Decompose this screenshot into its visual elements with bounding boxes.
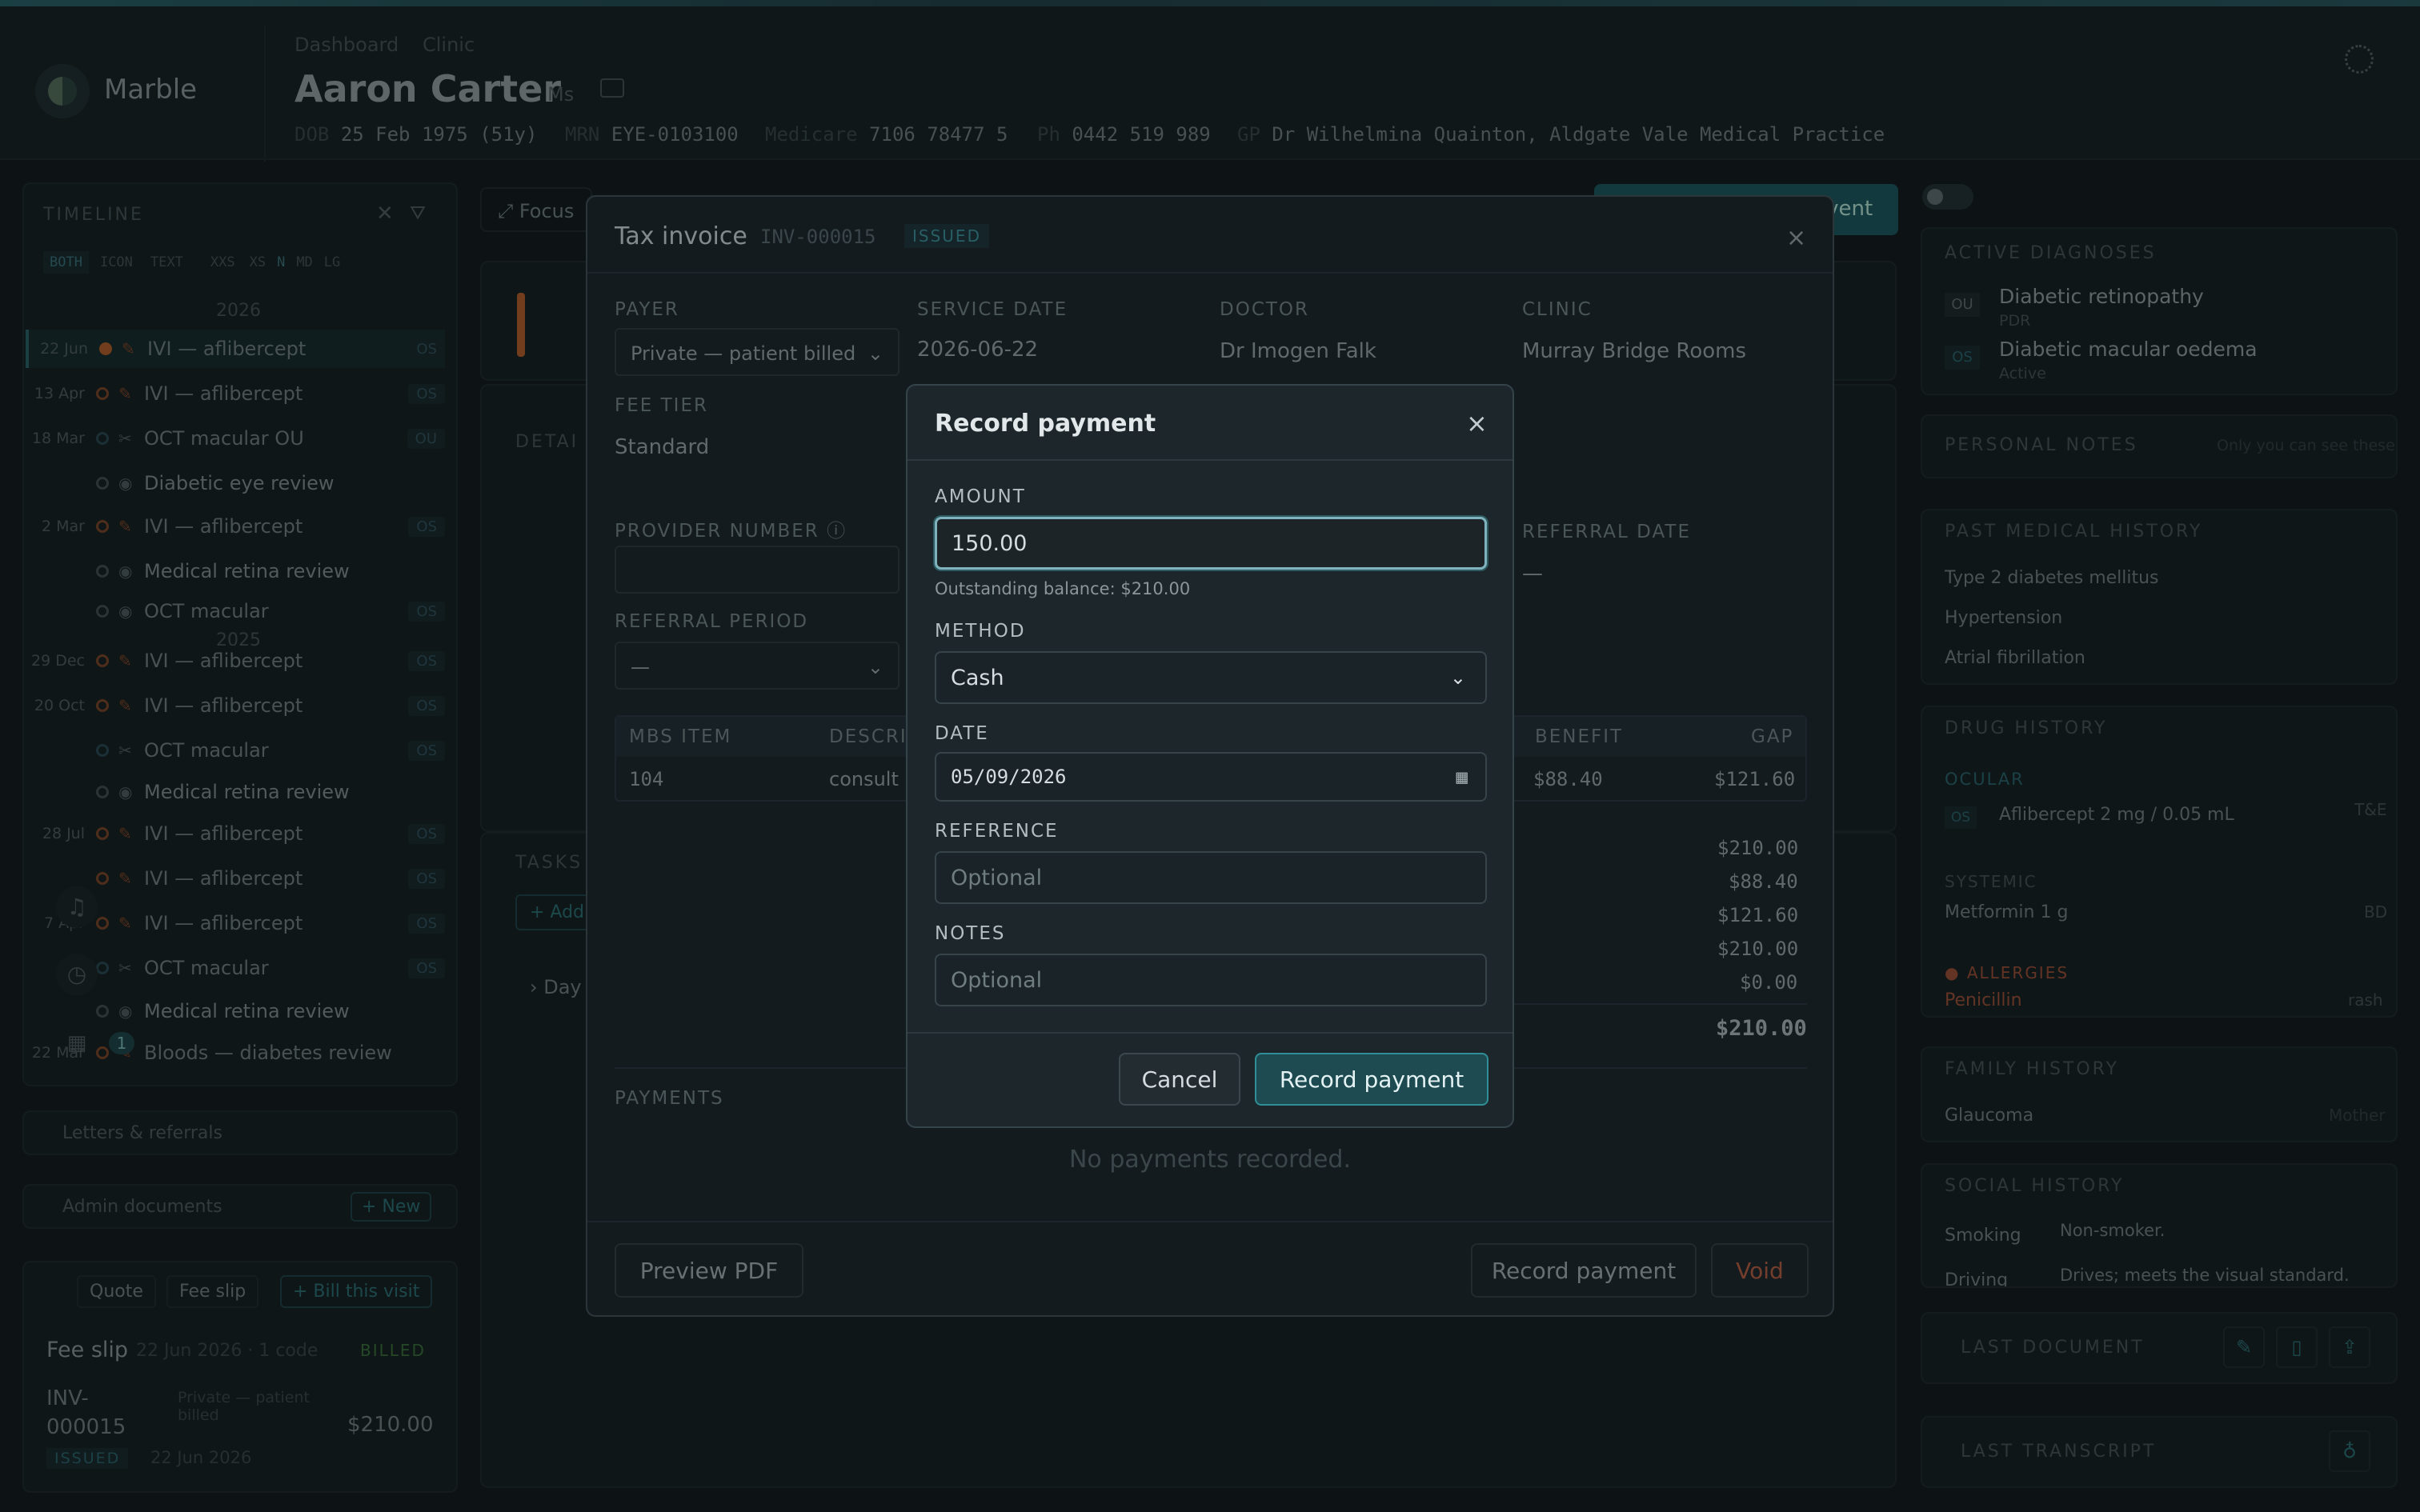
record-payment-submit-button[interactable]: Record payment (1255, 1053, 1488, 1106)
method-select[interactable]: Cash ⌄ (935, 651, 1487, 704)
notes-label: NOTES (935, 923, 1006, 944)
reference-label: REFERENCE (935, 821, 1059, 842)
date-label: DATE (935, 723, 989, 744)
amount-input[interactable]: 150.00 (935, 517, 1487, 570)
method-label: METHOD (935, 621, 1026, 642)
close-icon[interactable]: × (1466, 408, 1488, 438)
amount-label: AMOUNT (935, 486, 1026, 507)
record-payment-dialog: Record payment × AMOUNT 150.00 Outstandi… (906, 384, 1514, 1128)
cancel-button[interactable]: Cancel (1119, 1053, 1240, 1106)
date-input[interactable]: 05/09/2026 ▦ (935, 752, 1487, 802)
dialog-title: Record payment (935, 410, 1156, 438)
chevron-down-icon: ⌄ (1449, 666, 1466, 689)
reference-input[interactable]: Optional (935, 851, 1487, 904)
notes-input[interactable]: Optional (935, 954, 1487, 1006)
calendar-icon[interactable]: ▦ (1456, 766, 1468, 788)
outstanding-balance: Outstanding balance: $210.00 (935, 579, 1191, 598)
